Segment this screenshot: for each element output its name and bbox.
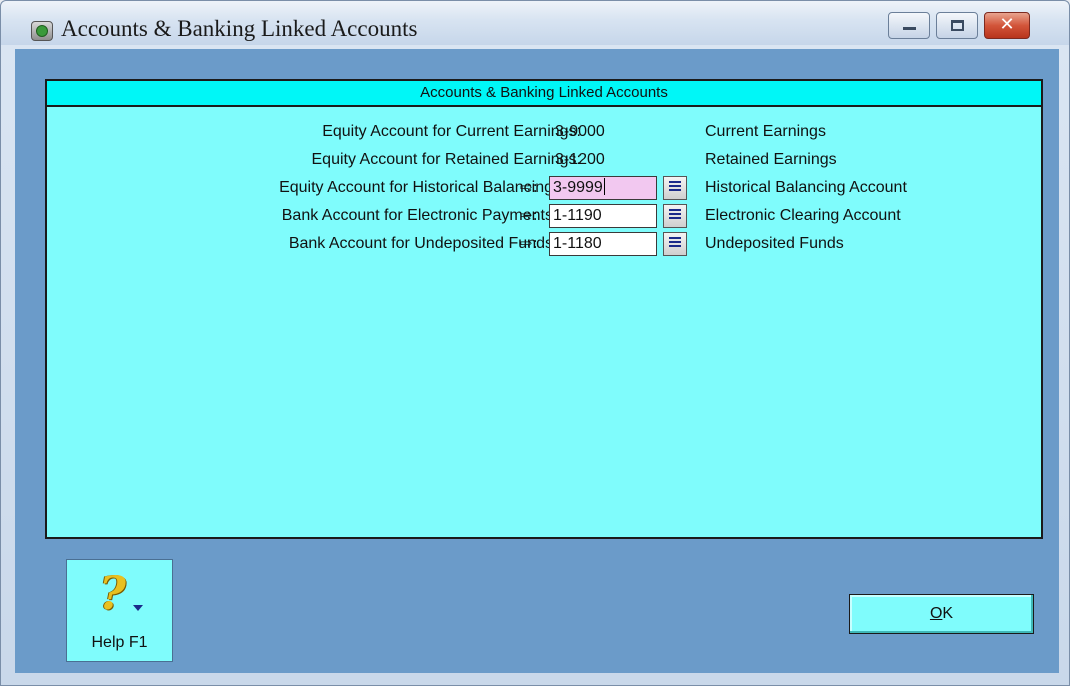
app-window: Accounts & Banking Linked Accounts ✕ Acc… — [0, 0, 1070, 686]
undeposited-funds-label: Bank Account for Undeposited Funds — [288, 235, 553, 252]
title-bar[interactable]: Accounts & Banking Linked Accounts ✕ — [1, 1, 1069, 45]
current-earnings-account-name: Current Earnings — [705, 123, 826, 140]
historical-balancing-drilldown-arrow-icon[interactable]: ⇨: — [520, 178, 538, 196]
historical-balancing-label: Equity Account for Historical Balancing — [279, 179, 553, 196]
historical-balancing-row: Equity Account for Historical Balancing … — [47, 175, 1041, 203]
historical-balancing-account-name: Historical Balancing Account — [705, 179, 907, 196]
undeposited-funds-account-name: Undeposited Funds — [705, 235, 844, 252]
help-button[interactable]: ? Help F1 — [66, 559, 173, 662]
historical-balancing-lookup-list-icon[interactable] — [663, 176, 687, 200]
minimize-icon — [903, 27, 916, 30]
close-button[interactable]: ✕ — [984, 12, 1030, 39]
ok-button-label: K — [942, 605, 954, 622]
retained-earnings-account-name: Retained Earnings — [705, 151, 837, 168]
electronic-payments-account-name: Electronic Clearing Account — [705, 207, 901, 224]
electronic-payments-drilldown-arrow-icon[interactable]: ⇨: — [520, 206, 538, 224]
historical-balancing-account-value: 3-9999 — [553, 179, 603, 196]
electronic-payments-account-field[interactable]: 1-1190 — [549, 204, 657, 228]
panel-header: Accounts & Banking Linked Accounts — [47, 81, 1041, 107]
ok-button[interactable]: OK — [849, 594, 1034, 634]
close-icon: ✕ — [999, 14, 1015, 35]
current-earnings-label: Equity Account for Current Earnings: — [322, 123, 581, 140]
current-earnings-account-number: 3-9000 — [555, 123, 605, 140]
ok-button-mnemonic: O — [929, 605, 943, 622]
historical-balancing-account-field[interactable]: 3-9999 — [549, 176, 657, 200]
dropdown-arrow-icon — [133, 605, 143, 611]
retained-earnings-account-number: 3-1200 — [555, 151, 605, 168]
help-button-label: Help F1 — [91, 634, 148, 651]
maximize-button[interactable] — [936, 12, 978, 39]
app-icon[interactable] — [31, 21, 53, 41]
question-mark-icon: ? — [99, 566, 126, 620]
electronic-payments-label: Bank Account for Electronic Payments — [281, 207, 553, 224]
window-title: Accounts & Banking Linked Accounts — [61, 16, 418, 41]
undeposited-funds-drilldown-arrow-icon[interactable]: ⇨: — [520, 234, 538, 252]
minimize-button[interactable] — [888, 12, 930, 39]
undeposited-funds-account-field[interactable]: 1-1180 — [549, 232, 657, 256]
linked-accounts-panel: Accounts & Banking Linked Accounts Equit… — [45, 79, 1043, 539]
retained-earnings-label: Equity Account for Retained Earnings: — [311, 151, 582, 168]
dialog-client-area: Accounts & Banking Linked Accounts Equit… — [15, 49, 1059, 673]
undeposited-funds-row: Bank Account for Undeposited Funds ⇨: 1-… — [47, 231, 1041, 259]
electronic-payments-lookup-list-icon[interactable] — [663, 204, 687, 228]
current-earnings-row: Equity Account for Current Earnings: 3-9… — [47, 119, 1041, 147]
electronic-payments-account-value: 1-1190 — [553, 207, 602, 224]
maximize-icon — [951, 20, 964, 31]
retained-earnings-row: Equity Account for Retained Earnings: 3-… — [47, 147, 1041, 175]
undeposited-funds-lookup-list-icon[interactable] — [663, 232, 687, 256]
electronic-payments-row: Bank Account for Electronic Payments ⇨: … — [47, 203, 1041, 231]
undeposited-funds-account-value: 1-1180 — [553, 235, 602, 252]
text-caret — [603, 178, 605, 195]
